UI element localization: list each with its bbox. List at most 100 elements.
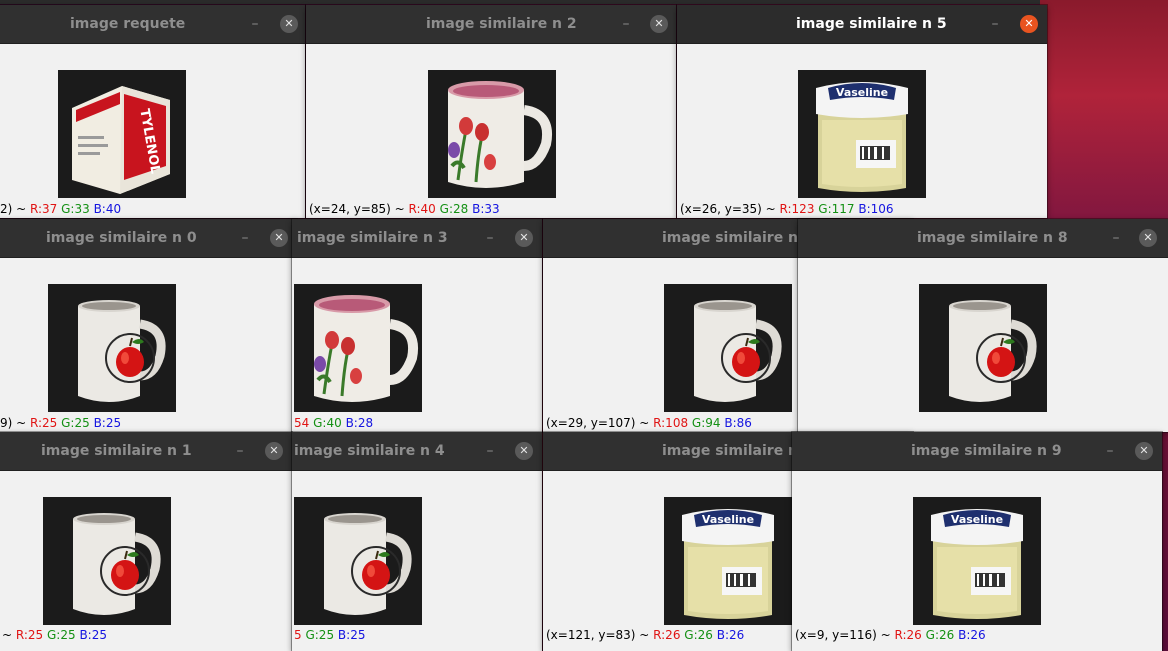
status-r: R:25 [15, 628, 44, 642]
status-b: B:33 [472, 202, 500, 216]
close-button[interactable]: ✕ [515, 442, 533, 460]
window-title: image similaire n 0 [46, 230, 197, 246]
status-b: B:86 [724, 416, 752, 430]
image-flower-mug [294, 284, 422, 412]
close-button[interactable]: ✕ [280, 15, 298, 33]
title-bar[interactable]: image similaire n 9 – ✕ [792, 432, 1162, 471]
title-bar[interactable]: image requete – ✕ [0, 5, 305, 44]
minimize-button[interactable]: – [1106, 219, 1126, 257]
status-r: R:26 [653, 628, 681, 642]
image-flower-mug [428, 70, 556, 198]
title-bar[interactable]: image similaire n 4 – ✕ [292, 432, 542, 471]
image-apple-mug [43, 497, 171, 625]
pixel-status: ~ R:25 G:25 B:25 [2, 627, 107, 643]
pixel-status: (x=121, y=83) ~ R:26 G:26 B:26 [546, 627, 744, 643]
status-g: G:25 [61, 416, 90, 430]
status-g: G:33 [61, 202, 90, 216]
status-b: B:40 [93, 202, 122, 216]
window-image-similaire-5[interactable]: image similaire n 5 – ✕ Vaseline (x=26, … [677, 5, 1047, 218]
window-title: image similaire n 9 [911, 443, 1062, 459]
status-b: B:25 [93, 416, 122, 430]
title-bar[interactable]: image similaire n 2 – ✕ [306, 5, 676, 44]
minimize-button[interactable]: – [480, 432, 500, 470]
top-panel [0, 0, 1168, 4]
pixel-status: 5 G:25 B:25 [294, 627, 365, 643]
minimize-button[interactable]: – [230, 432, 250, 470]
status-r: 5 [294, 628, 302, 642]
pixel-status: (x=9, y=116) ~ R:26 G:26 B:26 [795, 627, 986, 643]
window-title: image similaire n 6 [662, 230, 813, 246]
status-b: B:26 [958, 628, 986, 642]
status-g: G:26 [684, 628, 713, 642]
window-image-similaire-2[interactable]: image similaire n 2 – ✕ (x=24, y=85) ~ R… [306, 5, 676, 218]
close-button[interactable]: ✕ [1139, 229, 1157, 247]
minimize-button[interactable]: – [616, 5, 636, 43]
status-b: B:28 [345, 416, 374, 430]
window-title: image similaire n 8 [917, 230, 1068, 246]
status-g: G:94 [691, 416, 721, 430]
window-title: image similaire n 3 [297, 230, 448, 246]
status-coords: ~ [2, 628, 16, 642]
window-image-similaire-4[interactable]: image similaire n 4 – ✕ 5 G:25 B:25 [292, 432, 542, 651]
status-g: G:40 [313, 416, 342, 430]
status-coords: (x=9, y=116) ~ [795, 628, 895, 642]
status-b: B:25 [79, 628, 107, 642]
image-apple-mug [294, 497, 422, 625]
vaseline-label: Vaseline [836, 86, 888, 99]
status-r: R:123 [779, 202, 815, 216]
vaseline-label: Vaseline [702, 513, 754, 526]
close-button[interactable]: ✕ [650, 15, 668, 33]
status-g: G:117 [818, 202, 855, 216]
window-image-similaire-1[interactable]: image similaire n 1 – ✕ ~ R:25 G:25 B:25 [0, 432, 292, 651]
status-r: R:37 [30, 202, 58, 216]
close-button[interactable]: ✕ [265, 442, 283, 460]
status-coords: (x=24, y=85) ~ [309, 202, 409, 216]
image-vaseline-jar: Vaseline [798, 70, 926, 198]
status-g: G:28 [439, 202, 469, 216]
status-coords: 9) ~ [0, 416, 30, 430]
minimize-button[interactable]: – [480, 219, 500, 257]
status-r: R:40 [408, 202, 436, 216]
pixel-status: (x=29, y=107) ~ R:108 G:94 B:86 [546, 415, 752, 431]
status-coords: (x=29, y=107) ~ [546, 416, 654, 430]
image-vaseline-jar: Vaseline [913, 497, 1041, 625]
window-image-requete[interactable]: image requete – ✕ TYLENOL 2) ~ R:37 G:33… [0, 5, 305, 218]
title-bar[interactable]: image similaire n 1 – ✕ [0, 432, 292, 471]
status-g: G:26 [925, 628, 955, 642]
minimize-button[interactable]: – [985, 5, 1005, 43]
minimize-button[interactable]: – [1100, 432, 1120, 470]
image-vaseline-jar: Vaseline [664, 497, 792, 625]
title-bar[interactable]: image similaire n 8 – ✕ [798, 219, 1168, 258]
title-bar[interactable]: image similaire n 0 – ✕ [0, 219, 297, 258]
pixel-status: 54 G:40 B:28 [294, 415, 373, 431]
window-image-similaire-0[interactable]: image similaire n 0 – ✕ 9) ~ R:25 G:25 B… [0, 219, 297, 432]
window-title: image similaire n 5 [796, 16, 947, 32]
status-r: 54 [294, 416, 310, 430]
minimize-button[interactable]: – [235, 219, 255, 257]
status-g: G:25 [46, 628, 76, 642]
status-b: B:25 [337, 628, 366, 642]
pixel-status: (x=26, y=35) ~ R:123 G:117 B:106 [680, 201, 894, 217]
minimize-button[interactable]: – [245, 5, 265, 43]
close-button[interactable]: ✕ [515, 229, 533, 247]
vaseline-label: Vaseline [951, 513, 1003, 526]
title-bar[interactable]: image similaire n 3 – ✕ [292, 219, 542, 258]
status-r: R:26 [894, 628, 922, 642]
close-button[interactable]: ✕ [1135, 442, 1153, 460]
pixel-status: 9) ~ R:25 G:25 B:25 [0, 415, 121, 431]
window-image-similaire-8[interactable]: image similaire n 8 – ✕ [798, 219, 1168, 432]
image-apple-mug [664, 284, 792, 412]
status-coords: (x=26, y=35) ~ [680, 202, 780, 216]
status-b: B:106 [858, 202, 894, 216]
close-button[interactable]: ✕ [270, 229, 288, 247]
window-image-similaire-3[interactable]: image similaire n 3 – ✕ 54 G:40 B:28 [292, 219, 542, 432]
status-g: G:25 [305, 628, 335, 642]
image-tylenol-box: TYLENOL [58, 70, 186, 198]
close-button[interactable]: ✕ [1020, 15, 1038, 33]
window-title: image similaire n 4 [294, 443, 445, 459]
window-title: image similaire n 1 [41, 443, 192, 459]
title-bar[interactable]: image similaire n 5 – ✕ [677, 5, 1047, 44]
window-title: image requete [70, 16, 186, 32]
window-image-similaire-9[interactable]: image similaire n 9 – ✕ Vaseline (x=9, y… [792, 432, 1162, 651]
status-r: R:108 [653, 416, 689, 430]
